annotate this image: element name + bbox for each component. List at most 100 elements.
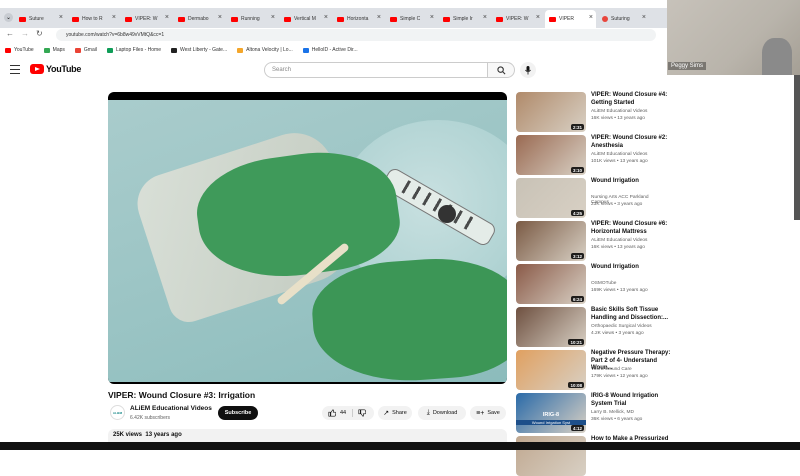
recommended-video-channel[interactable]: Larry B. Mellick, MD <box>591 410 634 415</box>
close-tab-icon[interactable]: × <box>324 14 328 21</box>
recommended-video-channel[interactable]: Vohra Wound Care <box>591 367 632 372</box>
url-bar[interactable]: youtube.com/watch?v=6b8w49vVMtQ&cc=1 <box>56 29 656 41</box>
bookmark-label: Gmail <box>83 47 97 53</box>
video-player[interactable] <box>108 92 507 384</box>
recommended-video[interactable]: 10:21 Basic Skills Soft Tissue Handling a… <box>516 307 668 347</box>
thumbs-down-icon[interactable] <box>358 409 367 417</box>
video-thumbnail[interactable]: 10:08 <box>516 350 586 390</box>
recommended-video-channel[interactable]: ALiEM Educational Videos <box>591 238 647 243</box>
browser-tab[interactable]: VIPER × <box>545 10 596 28</box>
bookmark-item[interactable]: HelloID - Active Dir... <box>302 47 358 53</box>
url-text: youtube.com/watch?v=6b8w49vVMtQ&cc=1 <box>66 32 165 38</box>
forward-icon[interactable]: → <box>21 29 29 38</box>
youtube-logo[interactable]: YouTube <box>30 64 81 74</box>
bookmark-favicon-icon <box>74 47 81 53</box>
close-tab-icon[interactable]: × <box>642 14 646 21</box>
tab-search-icon[interactable]: ⌄ <box>4 13 13 22</box>
recommended-video-title[interactable]: IRIG-8 Wound Irrigation System Trial <box>591 393 679 408</box>
reload-icon[interactable]: ↻ <box>36 29 43 38</box>
youtube-favicon-icon <box>231 16 238 22</box>
browser-tab[interactable]: VIPER: W × <box>121 10 172 28</box>
bookmark-favicon-icon <box>170 47 177 53</box>
close-tab-icon[interactable]: × <box>483 14 487 21</box>
recommended-video[interactable]: 3:10 VIPER: Wound Closure #2: Anesthesia A… <box>516 135 667 175</box>
video-thumbnail[interactable]: 3:10 <box>516 135 586 175</box>
browser-tab[interactable]: Running × <box>227 10 278 28</box>
close-tab-icon[interactable]: × <box>589 14 593 21</box>
video-thumbnail[interactable]: 6:24 <box>516 264 586 304</box>
browser-tab[interactable]: Horizonta × <box>333 10 384 28</box>
recommended-video-title[interactable]: VIPER: Wound Closure #2: Anesthesia <box>591 135 679 150</box>
close-tab-icon[interactable]: × <box>377 14 381 21</box>
close-tab-icon[interactable]: × <box>271 14 275 21</box>
close-tab-icon[interactable]: × <box>536 14 540 21</box>
recommended-video-channel[interactable]: OSMOTube <box>591 281 616 286</box>
video-thumbnail[interactable]: 2:31 <box>516 92 586 132</box>
recommended-video[interactable]: 4:25 Wound Irrigation Nursing Arts ACC Par… <box>516 178 666 218</box>
close-tab-icon[interactable]: × <box>430 14 434 21</box>
bookmark-item[interactable]: West Liberty - Gate... <box>170 47 227 53</box>
browser-tab[interactable]: VIPER: W × <box>492 10 543 28</box>
subscribe-button[interactable]: Subscribe <box>218 406 258 420</box>
search-input[interactable]: Search <box>264 62 488 78</box>
bookmark-item[interactable]: Laptop Files - Home <box>106 47 161 53</box>
bookmark-item[interactable]: Altona Velocity | Lo... <box>237 47 293 53</box>
browser-tab[interactable]: Simple C × <box>386 10 437 28</box>
recommended-video-title[interactable]: Wound Irrigation <box>591 178 679 186</box>
channel-avatar[interactable]: ALiEM <box>110 405 125 420</box>
recommended-video[interactable]: IRIG-8 Wound Irrigation Syst 4:12 IRIG-8 Wo… <box>516 393 666 433</box>
browser-tab[interactable]: Suture × <box>15 10 66 28</box>
back-icon[interactable]: ← <box>6 29 14 38</box>
recommended-video-channel[interactable]: Orthopaedic Surgical Videos <box>591 324 652 329</box>
share-button[interactable]: ↗ Share <box>378 406 412 420</box>
channel-name[interactable]: ALiEM Educational Videos <box>130 405 212 412</box>
bookmark-item[interactable]: Gmail <box>74 47 97 53</box>
youtube-favicon-icon <box>337 16 344 22</box>
save-label: Save <box>487 410 500 416</box>
menu-icon[interactable] <box>10 65 20 74</box>
close-tab-icon[interactable]: × <box>165 14 169 21</box>
channel-avatar-text: ALiEM <box>112 410 123 415</box>
browser-tab-label: Suturing <box>611 16 630 22</box>
bookmark-label: HelloID - Active Dir... <box>311 47 358 53</box>
youtube-favicon-icon <box>19 16 26 22</box>
recommended-video-title[interactable]: VIPER: Wound Closure #4: Getting Started <box>591 92 679 107</box>
browser-tab-label: Simple Ir <box>453 16 473 22</box>
search-button[interactable] <box>487 62 515 78</box>
recommended-video-channel[interactable]: ALiEM Educational Videos <box>591 152 647 157</box>
voice-search-button[interactable] <box>520 62 536 78</box>
close-tab-icon[interactable]: × <box>59 14 63 21</box>
save-button[interactable]: ≡+ Save <box>470 406 506 420</box>
browser-tab[interactable]: Suturing × <box>598 10 649 28</box>
video-thumbnail[interactable]: 4:25 <box>516 178 586 218</box>
video-thumbnail[interactable]: 3:12 <box>516 221 586 261</box>
bookmark-item[interactable]: YouTube <box>5 47 34 53</box>
recommended-video-title[interactable]: VIPER: Wound Closure #6: Horizontal Matt… <box>591 221 679 236</box>
page-scrollbar[interactable] <box>794 75 800 220</box>
video-thumbnail[interactable]: IRIG-8 Wound Irrigation Syst 4:12 <box>516 393 586 433</box>
right-gloved-hand <box>309 252 507 384</box>
video-metadata: 25K views 13 years ago <box>113 432 182 438</box>
recommended-video-title[interactable]: Wound Irrigation <box>591 264 679 272</box>
recommended-video[interactable]: 3:12 VIPER: Wound Closure #6: Horizontal … <box>516 221 667 261</box>
browser-tab-label: VIPER: W <box>135 16 158 22</box>
thumbs-up-icon[interactable] <box>328 409 336 417</box>
video-thumbnail[interactable]: 10:21 <box>516 307 586 347</box>
recommended-video-channel[interactable]: ALiEM Educational Videos <box>591 109 647 114</box>
recommended-video-stats: 4.2K views • 3 years ago <box>591 331 644 336</box>
download-button[interactable]: ⤓ Download <box>418 406 466 420</box>
browser-tab[interactable]: How to R × <box>68 10 119 28</box>
close-tab-icon[interactable]: × <box>218 14 222 21</box>
recommended-video[interactable]: 2:31 VIPER: Wound Closure #4: Getting Sta… <box>516 92 667 132</box>
browser-tab-label: Simple C <box>400 16 421 22</box>
subscriber-count: 6.42K subscribers <box>130 415 171 421</box>
recommended-video-stats: 169K views • 13 years ago <box>591 288 648 293</box>
browser-tab[interactable]: Dermabo × <box>174 10 225 28</box>
bookmark-item[interactable]: Maps <box>43 47 65 53</box>
browser-tab[interactable]: Vertical M × <box>280 10 331 28</box>
recommended-video[interactable]: 10:08 Negative Pressure Therapy: Part 2 o… <box>516 350 670 390</box>
recommended-video-title[interactable]: Basic Skills Soft Tissue Handling and Di… <box>591 307 679 322</box>
recommended-video[interactable]: 6:24 Wound Irrigation OSMOTube 169K views •… <box>516 264 666 304</box>
browser-tab[interactable]: Simple Ir × <box>439 10 490 28</box>
close-tab-icon[interactable]: × <box>112 14 116 21</box>
